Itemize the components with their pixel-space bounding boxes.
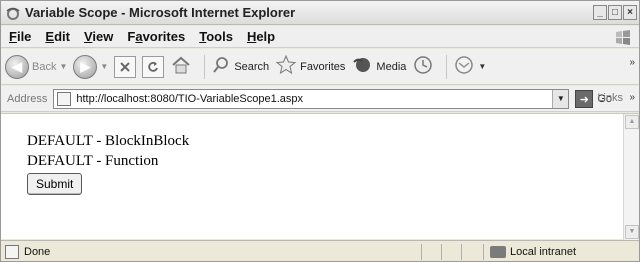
windows-logo-icon xyxy=(613,28,633,46)
go-arrow-icon: ➜ xyxy=(575,89,594,108)
mail-button[interactable]: ▼ xyxy=(453,54,486,79)
back-label: Back xyxy=(32,60,57,73)
status-divider xyxy=(441,244,442,260)
menu-view[interactable]: View xyxy=(84,29,113,44)
links-overflow-icon[interactable]: » xyxy=(629,92,635,103)
favorites-star-icon xyxy=(275,54,297,78)
menu-favorites[interactable]: Favorites xyxy=(127,29,185,44)
status-text: Done xyxy=(24,245,51,258)
window-controls: _ □ × xyxy=(593,5,637,20)
status-divider xyxy=(461,244,462,260)
toolbar-separator xyxy=(204,54,206,79)
output-line-2: DEFAULT - Function xyxy=(27,153,159,169)
browser-window: Variable Scope - Microsoft Internet Expl… xyxy=(0,0,640,262)
favorites-label: Favorites xyxy=(300,60,346,73)
zone-label: Local intranet xyxy=(510,246,577,258)
window-title: Variable Scope - Microsoft Internet Expl… xyxy=(25,5,296,20)
refresh-icon xyxy=(142,55,165,78)
refresh-button[interactable] xyxy=(142,55,165,78)
home-icon xyxy=(170,54,192,79)
minimize-button[interactable]: _ xyxy=(593,5,607,20)
scroll-down-icon[interactable]: ▼ xyxy=(625,225,639,239)
address-url: http://localhost:8080/TIO-VariableScope1… xyxy=(76,92,304,105)
stop-icon xyxy=(114,55,137,78)
output-line-1: DEFAULT - BlockInBlock xyxy=(27,133,190,149)
status-page-icon xyxy=(5,244,19,259)
menu-bar: File Edit View Favorites Tools Help xyxy=(1,26,639,48)
links-label[interactable]: Links xyxy=(597,92,623,104)
page-content: DEFAULT - BlockInBlock DEFAULT - Functio… xyxy=(1,113,639,240)
media-icon xyxy=(351,55,373,78)
forward-dropdown-icon[interactable]: ▼ xyxy=(100,62,108,71)
history-button[interactable] xyxy=(412,54,434,79)
back-arrow-icon: ◀ xyxy=(5,54,29,79)
mail-dropdown-icon[interactable]: ▼ xyxy=(478,62,486,71)
vertical-scrollbar[interactable]: ▲ ▼ xyxy=(623,114,639,240)
media-button[interactable]: Media xyxy=(351,55,406,78)
mail-icon xyxy=(453,54,475,79)
close-button[interactable]: × xyxy=(623,5,637,20)
menu-help[interactable]: Help xyxy=(247,29,275,44)
address-dropdown-icon[interactable]: ▼ xyxy=(552,89,569,108)
menu-tools[interactable]: Tools xyxy=(199,29,233,44)
menu-file[interactable]: File xyxy=(9,29,31,44)
menu-edit[interactable]: Edit xyxy=(45,29,70,44)
toolbar-separator xyxy=(446,54,448,79)
submit-button[interactable]: Submit xyxy=(27,173,83,195)
standard-toolbar: ◀ Back ▼ ▶ ▼ Search Favorites Media ▼ » xyxy=(1,49,639,85)
address-input[interactable]: http://localhost:8080/TIO-VariableScope1… xyxy=(53,88,570,109)
toolbar-overflow-icon[interactable]: » xyxy=(629,57,635,68)
address-label: Address xyxy=(7,92,48,105)
home-button[interactable] xyxy=(170,54,192,79)
back-button[interactable]: ◀ Back ▼ xyxy=(5,54,67,79)
page-body: DEFAULT - BlockInBlock DEFAULT - Functio… xyxy=(27,131,189,195)
history-icon xyxy=(412,54,434,79)
back-dropdown-icon[interactable]: ▼ xyxy=(59,62,67,71)
status-divider xyxy=(421,244,422,260)
search-button[interactable]: Search xyxy=(211,55,269,78)
scroll-up-icon[interactable]: ▲ xyxy=(625,115,639,129)
favorites-button[interactable]: Favorites xyxy=(275,54,346,78)
maximize-button[interactable]: □ xyxy=(608,5,622,20)
security-zone: Local intranet xyxy=(483,244,633,260)
title-bar: Variable Scope - Microsoft Internet Expl… xyxy=(1,1,639,25)
stop-button[interactable] xyxy=(114,55,137,78)
forward-button[interactable]: ▶ ▼ xyxy=(73,54,108,79)
forward-arrow-icon: ▶ xyxy=(73,54,98,79)
search-icon xyxy=(211,55,231,78)
ie-icon xyxy=(5,5,21,21)
address-bar: Address http://localhost:8080/TIO-Variab… xyxy=(1,86,639,112)
page-icon xyxy=(57,91,72,106)
media-label: Media xyxy=(376,60,407,73)
search-label: Search xyxy=(234,60,270,73)
status-bar: Done Local intranet xyxy=(1,240,639,261)
intranet-icon xyxy=(490,246,506,258)
